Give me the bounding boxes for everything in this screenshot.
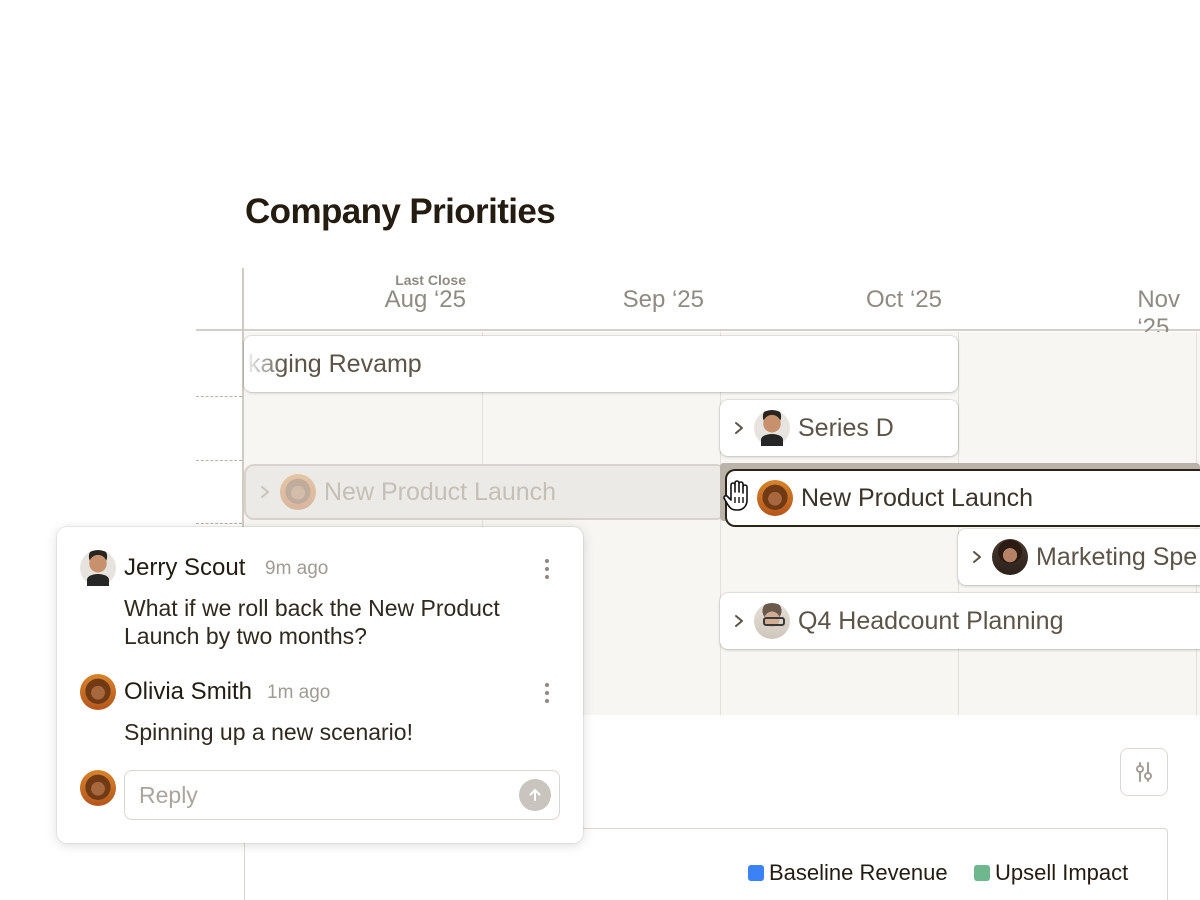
avatar xyxy=(754,410,790,446)
comment-author: Olivia Smith xyxy=(124,678,253,705)
bar-label: New Product Launch xyxy=(801,483,1034,512)
avatar xyxy=(80,770,116,806)
reply-input[interactable] xyxy=(139,780,499,810)
comment-body: What if we roll back the New Product Lau… xyxy=(124,595,500,649)
avatar xyxy=(80,674,116,710)
avatar xyxy=(757,480,793,516)
month-sep: Sep ‘25 xyxy=(622,286,704,313)
bar-label: Marketing Spe xyxy=(1036,542,1198,571)
bar-label: Series D xyxy=(798,413,894,442)
month-aug: Aug ‘25 xyxy=(384,286,466,313)
send-button[interactable] xyxy=(519,779,551,811)
drag-shadow xyxy=(720,463,1200,471)
page-title: Company Priorities xyxy=(245,192,556,231)
comment-author: Jerry Scout xyxy=(124,554,246,581)
bar-new-product-launch-ghost: New Product Launch xyxy=(246,466,724,518)
chevron-right-icon xyxy=(256,485,274,499)
avatar xyxy=(280,474,316,510)
arrow-up-icon xyxy=(529,789,541,801)
bar-new-product-launch[interactable]: New Product Launch xyxy=(727,471,1200,525)
grab-hand-cursor-icon xyxy=(723,480,748,511)
legend-label: Baseline Revenue xyxy=(769,860,948,885)
row-connector xyxy=(196,460,242,461)
legend-swatch xyxy=(974,865,990,881)
more-vertical-icon[interactable] xyxy=(543,683,551,703)
more-vertical-icon[interactable] xyxy=(543,559,551,579)
sliders-icon xyxy=(1136,762,1152,782)
avatar xyxy=(992,539,1028,575)
chart-settings-button[interactable] xyxy=(1120,748,1168,796)
legend-swatch xyxy=(748,865,764,881)
bar-label: kaging Revamp xyxy=(248,349,422,378)
reply-field[interactable] xyxy=(124,770,560,820)
legend-item-upsell[interactable]: Upsell Impact xyxy=(974,860,1128,886)
bar-marketing[interactable]: Marketing Spe xyxy=(958,529,1200,585)
comment-body: Spinning up a new scenario! xyxy=(124,719,413,745)
comment-time: 1m ago xyxy=(267,682,331,703)
bar-q4-headcount-planning[interactable]: Q4 Headcount Planning xyxy=(720,593,1200,649)
chevron-right-icon[interactable] xyxy=(968,550,986,564)
legend-item-baseline[interactable]: Baseline Revenue xyxy=(748,860,948,886)
comment-time: 9m ago xyxy=(265,558,329,579)
comment-thread-panel: Jerry Scout 9m ago What if we roll back … xyxy=(57,527,583,843)
avatar xyxy=(754,603,790,639)
bar-packaging-revamp[interactable]: kaging Revamp xyxy=(244,336,958,392)
month-oct: Oct ‘25 xyxy=(865,286,942,313)
row-connector xyxy=(196,396,242,397)
legend-label: Upsell Impact xyxy=(995,860,1129,885)
bar-label: New Product Launch xyxy=(324,477,557,506)
row-connector xyxy=(196,523,242,524)
avatar xyxy=(80,550,116,586)
bar-label: Q4 Headcount Planning xyxy=(798,606,1064,635)
chevron-right-icon[interactable] xyxy=(730,421,748,435)
chevron-right-icon[interactable] xyxy=(730,614,748,628)
bar-series-d[interactable]: Series D xyxy=(720,400,958,456)
